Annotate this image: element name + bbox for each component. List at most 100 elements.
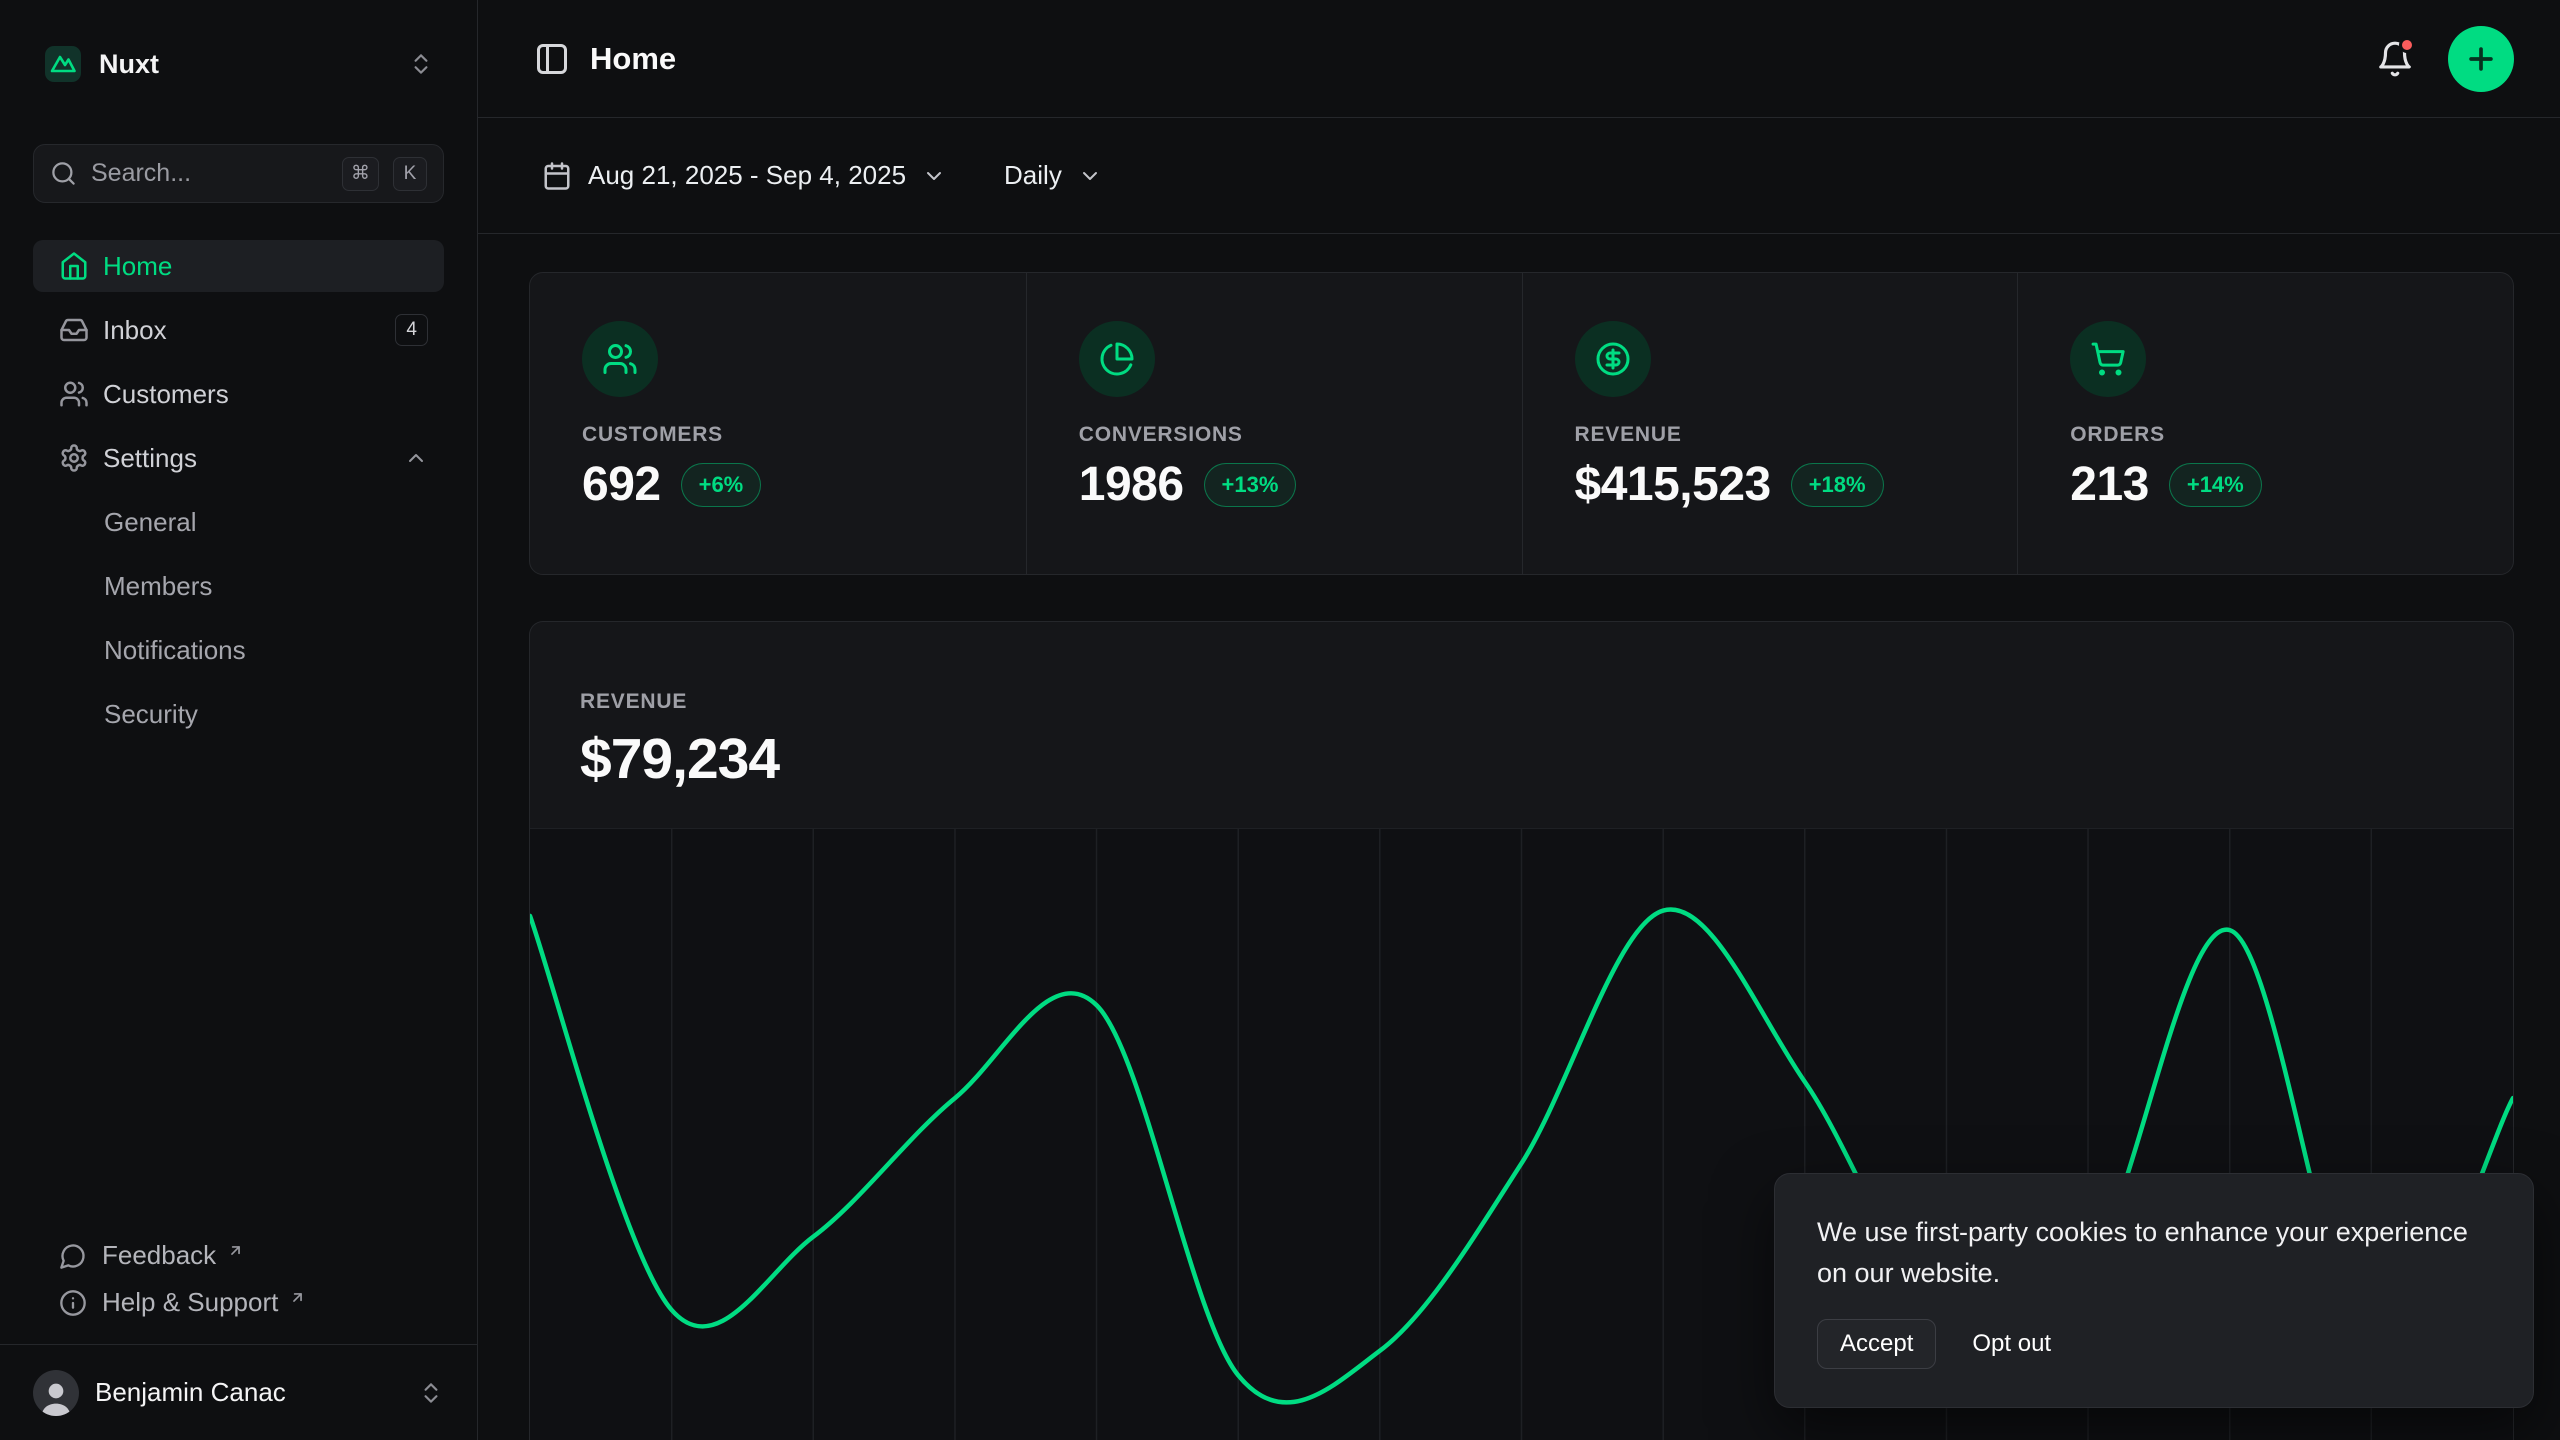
revenue-chart-header: REVENUE $79,234 (530, 622, 2513, 828)
chevrons-up-down-icon (408, 51, 434, 77)
stats-card: CUSTOMERS 692 +6% CONVERSIONS 1986 +13% (529, 272, 2514, 575)
filters-toolbar: Aug 21, 2025 - Sep 4, 2025 Daily (478, 118, 2560, 234)
stat-label: CUSTOMERS (582, 423, 974, 447)
date-range-label: Aug 21, 2025 - Sep 4, 2025 (588, 160, 906, 191)
user-menu[interactable]: Benjamin Canac (0, 1344, 477, 1440)
sidebar-item-label: Inbox (103, 315, 167, 346)
cookie-consent-toast: We use first-party cookies to enhance yo… (1774, 1173, 2534, 1408)
stat-value: 213 (2070, 457, 2149, 512)
stat-conversions: CONVERSIONS 1986 +13% (1026, 273, 1522, 574)
external-link-icon (289, 1289, 306, 1306)
cookie-message: We use first-party cookies to enhance yo… (1817, 1212, 2491, 1293)
kbd-k: K (393, 157, 427, 191)
footer-link-label: Help & Support (102, 1287, 278, 1318)
user-name: Benjamin Canac (95, 1377, 402, 1408)
plus-icon (2464, 42, 2498, 76)
stat-icon-circle (1079, 321, 1155, 397)
home-icon (59, 251, 89, 281)
sidebar-subitem-notifications[interactable]: Notifications (33, 624, 444, 676)
pie-chart-icon (1099, 341, 1135, 377)
notification-dot (2399, 37, 2415, 53)
sidebar-item-label: Customers (103, 379, 229, 410)
page-title: Home (590, 41, 676, 77)
sidebar-item-label: Settings (103, 443, 197, 474)
sidebar-subitem-general[interactable]: General (33, 496, 444, 548)
sidebar: Nuxt ⌘ K Home Inbox 4 Customers (0, 0, 478, 1440)
shopping-cart-icon (2090, 341, 2126, 377)
revenue-label: REVENUE (580, 690, 2463, 714)
sidebar-spacer (33, 752, 444, 1240)
stat-orders: ORDERS 213 +14% (2017, 273, 2513, 574)
workspace-switcher[interactable]: Nuxt (33, 36, 444, 92)
help-support-link[interactable]: Help & Support (59, 1287, 444, 1318)
stat-value: 1986 (1079, 457, 1184, 512)
chevron-down-icon (1078, 164, 1102, 188)
date-range-picker[interactable]: Aug 21, 2025 - Sep 4, 2025 (542, 160, 946, 191)
revenue-total-value: $79,234 (580, 726, 2463, 792)
inbox-count-badge: 4 (395, 314, 428, 346)
chevrons-up-down-icon (418, 1380, 444, 1406)
sidebar-subitem-label: Members (104, 571, 212, 602)
sidebar-item-inbox[interactable]: Inbox 4 (33, 304, 444, 356)
users-icon (59, 379, 89, 409)
message-bubble-icon (59, 1242, 87, 1270)
page-header: Home (478, 0, 2560, 118)
stat-icon-circle (2070, 321, 2146, 397)
header-actions (2376, 26, 2514, 92)
kbd-cmd: ⌘ (342, 157, 379, 191)
sidebar-subitem-label: Notifications (104, 635, 246, 666)
sidebar-item-settings[interactable]: Settings (33, 432, 444, 484)
stat-label: CONVERSIONS (1079, 423, 1470, 447)
app-root: Nuxt ⌘ K Home Inbox 4 Customers (0, 0, 2560, 1440)
notifications-button[interactable] (2376, 40, 2414, 78)
person-silhouette-icon (36, 1376, 76, 1416)
main-area: Home Aug 21, 2025 - Sep 4, 2025 Daily (478, 0, 2560, 1440)
search-input[interactable] (91, 159, 328, 188)
opt-out-button[interactable]: Opt out (1972, 1330, 2051, 1358)
sidebar-footer: Feedback Help & Support (33, 1240, 444, 1338)
sidebar-item-customers[interactable]: Customers (33, 368, 444, 420)
footer-link-label: Feedback (102, 1240, 216, 1271)
settings-gear-icon (59, 443, 89, 473)
stat-delta-badge: +18% (1791, 463, 1884, 507)
stat-value: $415,523 (1575, 457, 1771, 512)
stat-icon-circle (1575, 321, 1651, 397)
sidebar-collapse-button[interactable] (534, 41, 570, 77)
stat-revenue: REVENUE $415,523 +18% (1522, 273, 2018, 574)
sidebar-subitem-label: Security (104, 699, 198, 730)
chevron-up-icon (404, 446, 428, 470)
search-icon (50, 160, 77, 187)
panel-left-icon (534, 41, 570, 77)
chevron-down-icon (922, 164, 946, 188)
sidebar-subitem-members[interactable]: Members (33, 560, 444, 612)
add-button[interactable] (2448, 26, 2514, 92)
granularity-select[interactable]: Daily (1004, 160, 1102, 191)
search-bar[interactable]: ⌘ K (33, 144, 444, 203)
info-circle-icon (59, 1289, 87, 1317)
stat-delta-badge: +6% (681, 463, 762, 507)
external-link-icon (227, 1242, 244, 1259)
nuxt-logo (43, 44, 83, 84)
stat-value: 692 (582, 457, 661, 512)
sidebar-subitem-security[interactable]: Security (33, 688, 444, 740)
sidebar-item-home[interactable]: Home (33, 240, 444, 292)
accept-button[interactable]: Accept (1817, 1319, 1936, 1369)
sidebar-item-label: Home (103, 251, 172, 282)
sidebar-nav: Home Inbox 4 Customers Settings General … (33, 240, 444, 752)
inbox-icon (59, 315, 89, 345)
sidebar-subitem-label: General (104, 507, 197, 538)
stat-label: REVENUE (1575, 423, 1966, 447)
dollar-circle-icon (1595, 341, 1631, 377)
feedback-link[interactable]: Feedback (59, 1240, 444, 1271)
workspace-name: Nuxt (99, 49, 392, 80)
avatar (33, 1370, 79, 1416)
stat-customers: CUSTOMERS 692 +6% (530, 273, 1026, 574)
cookie-actions: Accept Opt out (1817, 1319, 2491, 1369)
stat-icon-circle (582, 321, 658, 397)
calendar-icon (542, 161, 572, 191)
stat-label: ORDERS (2070, 423, 2461, 447)
stat-delta-badge: +13% (1204, 463, 1297, 507)
stat-delta-badge: +14% (2169, 463, 2262, 507)
users-icon (602, 341, 638, 377)
granularity-label: Daily (1004, 160, 1062, 191)
